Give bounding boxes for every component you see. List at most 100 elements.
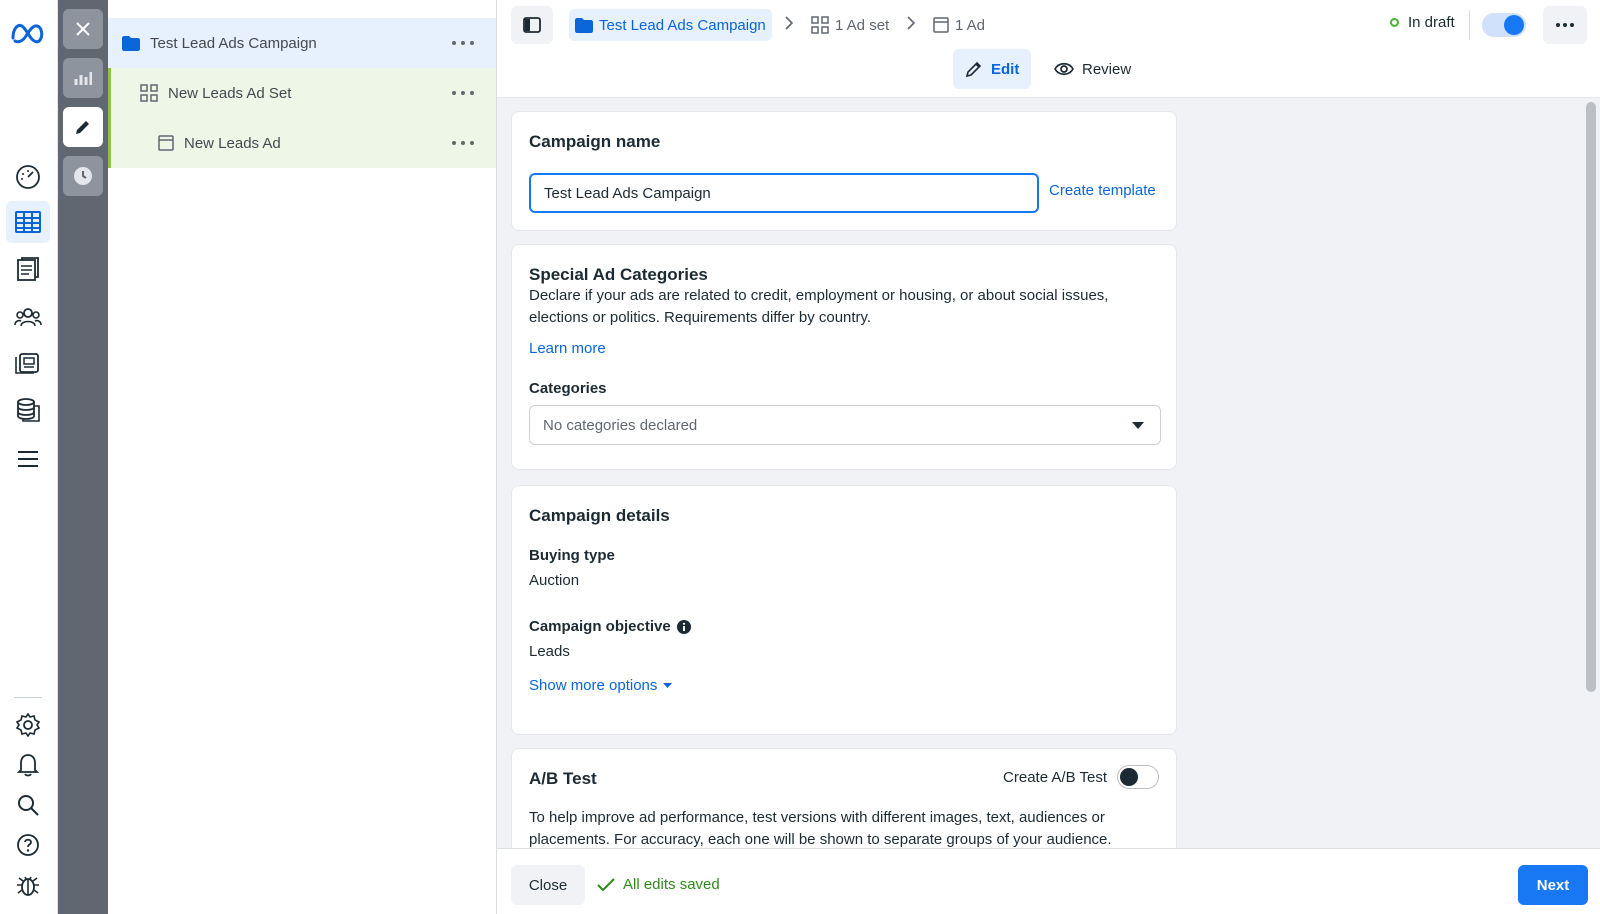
close-button[interactable]: Close xyxy=(511,865,585,905)
special-ad-categories-description: Declare if your ads are related to credi… xyxy=(529,287,1109,326)
table-icon[interactable] xyxy=(6,201,50,243)
ad-icon xyxy=(933,17,949,33)
campaign-details-card: Campaign details Buying type Auction Cam… xyxy=(511,485,1177,735)
history-button[interactable] xyxy=(63,156,103,196)
close-icon xyxy=(76,22,90,36)
search-icon[interactable] xyxy=(6,784,50,826)
campaign-name-card: Campaign name Test Lead Ads Campaign Cre… xyxy=(511,111,1177,231)
create-ab-test-toggle[interactable] xyxy=(1117,765,1159,789)
caret-down-icon xyxy=(1132,422,1144,429)
campaign-objective-value: Leads xyxy=(529,643,570,660)
campaign-name-title: Campaign name xyxy=(529,132,661,151)
special-ad-categories-title: Special Ad Categories xyxy=(529,265,708,284)
more-options-icon[interactable] xyxy=(452,83,474,103)
tree-item-adset[interactable]: New Leads Ad Set xyxy=(108,68,496,118)
header-divider xyxy=(1469,10,1470,40)
tree-item-label: New Leads Ad xyxy=(184,134,281,152)
chevron-right-icon xyxy=(785,16,794,30)
tree-item-label: Test Lead Ads Campaign xyxy=(150,34,317,52)
bell-icon[interactable] xyxy=(6,744,50,786)
eye-icon xyxy=(1054,62,1074,76)
status-dot-icon xyxy=(1390,18,1399,27)
pencil-icon xyxy=(965,61,982,78)
tab-review[interactable]: Review xyxy=(1042,49,1143,89)
next-button[interactable]: Next xyxy=(1518,865,1588,905)
breadcrumb-campaign[interactable]: Test Lead Ads Campaign xyxy=(569,9,772,41)
breadcrumb-ad-label: 1 Ad xyxy=(955,16,986,34)
breadcrumb-ad[interactable]: 1 Ad xyxy=(927,9,991,41)
caret-down-icon xyxy=(663,682,673,688)
nav-divider xyxy=(14,697,42,698)
tab-edit[interactable]: Edit xyxy=(953,49,1032,89)
buying-type-value: Auction xyxy=(529,572,580,589)
special-ad-categories-card: Special Ad Categories Declare if your ad… xyxy=(511,244,1177,470)
breadcrumb-adset[interactable]: 1 Ad set xyxy=(805,9,895,41)
editor-content: Campaign name Test Lead Ads Campaign Cre… xyxy=(497,98,1600,848)
show-more-options-label: Show more options xyxy=(529,677,658,694)
toggle-panel-button[interactable] xyxy=(511,6,553,44)
more-options-icon[interactable] xyxy=(452,33,474,53)
tool-strip xyxy=(58,0,108,914)
global-nav xyxy=(0,0,58,914)
sidebar-panel-icon xyxy=(523,17,541,33)
database-icon[interactable] xyxy=(6,389,50,431)
editor-footer: Close All edits saved Next xyxy=(497,848,1600,914)
ab-test-description: To help improve ad performance, test ver… xyxy=(529,809,1112,848)
pencil-icon xyxy=(76,121,89,134)
create-template-link[interactable]: Create template xyxy=(1049,182,1156,199)
bug-icon[interactable] xyxy=(6,864,50,906)
settings-icon[interactable] xyxy=(6,704,50,746)
buying-type-label: Buying type xyxy=(529,547,615,564)
categories-select[interactable]: No categories declared xyxy=(529,405,1161,445)
ads-manager-app: Test Lead Ads Campaign New Leads Ad Set … xyxy=(0,0,1600,914)
audience-icon[interactable] xyxy=(6,296,50,338)
ab-test-title: A/B Test xyxy=(529,769,597,788)
reporting-button[interactable] xyxy=(63,58,103,98)
info-icon[interactable] xyxy=(676,619,691,634)
breadcrumb-adset-label: 1 Ad set xyxy=(835,16,890,34)
catalog-icon[interactable] xyxy=(6,342,50,384)
folder-icon xyxy=(575,17,593,33)
campaign-name-input[interactable]: Test Lead Ads Campaign xyxy=(529,173,1039,213)
tree-item-label: New Leads Ad Set xyxy=(168,84,292,102)
chevron-right-icon xyxy=(907,16,916,30)
close-panel-button[interactable] xyxy=(63,9,103,49)
adset-grid-icon xyxy=(811,16,829,34)
header-more-button[interactable] xyxy=(1543,6,1587,44)
breadcrumb-campaign-label: Test Lead Ads Campaign xyxy=(599,16,766,34)
learn-more-link[interactable]: Learn more xyxy=(529,340,606,357)
tree-item-ad[interactable]: New Leads Ad xyxy=(108,118,496,168)
tree-item-campaign[interactable]: Test Lead Ads Campaign xyxy=(108,18,496,68)
folder-icon xyxy=(122,35,140,51)
adset-grid-icon xyxy=(140,84,158,102)
ab-test-card: A/B Test Create A/B Test To help improve… xyxy=(511,748,1177,848)
menu-icon[interactable] xyxy=(6,438,50,480)
tab-review-label: Review xyxy=(1082,60,1132,78)
edit-tool-button[interactable] xyxy=(63,107,103,147)
ad-icon xyxy=(158,135,174,151)
create-ab-test-control: Create A/B Test xyxy=(1003,765,1159,789)
clock-icon xyxy=(74,167,92,185)
save-status: All edits saved xyxy=(597,876,720,893)
status-label: In draft xyxy=(1408,14,1455,31)
content-scrollbar[interactable] xyxy=(1586,102,1596,692)
create-ab-test-label: Create A/B Test xyxy=(1003,768,1107,786)
categories-label: Categories xyxy=(529,380,607,397)
meta-logo[interactable] xyxy=(9,18,47,48)
campaign-objective-label: Campaign objective xyxy=(529,618,671,635)
show-more-options-link[interactable]: Show more options xyxy=(529,677,673,694)
more-options-icon[interactable] xyxy=(452,133,474,153)
categories-select-value: No categories declared xyxy=(543,416,698,434)
help-icon[interactable] xyxy=(6,824,50,866)
tab-edit-label: Edit xyxy=(991,60,1020,78)
campaign-objective-heading: Campaign objective xyxy=(529,618,691,635)
dashboard-icon[interactable] xyxy=(6,156,50,198)
save-status-label: All edits saved xyxy=(623,876,720,893)
pages-icon[interactable] xyxy=(6,249,50,291)
campaign-on-off-toggle[interactable] xyxy=(1482,13,1526,37)
campaign-tree: Test Lead Ads Campaign New Leads Ad Set … xyxy=(108,0,497,914)
campaign-details-title: Campaign details xyxy=(529,506,670,525)
draft-status: In draft xyxy=(1390,14,1455,31)
bar-chart-icon xyxy=(74,72,92,85)
checkmark-icon xyxy=(597,877,615,891)
